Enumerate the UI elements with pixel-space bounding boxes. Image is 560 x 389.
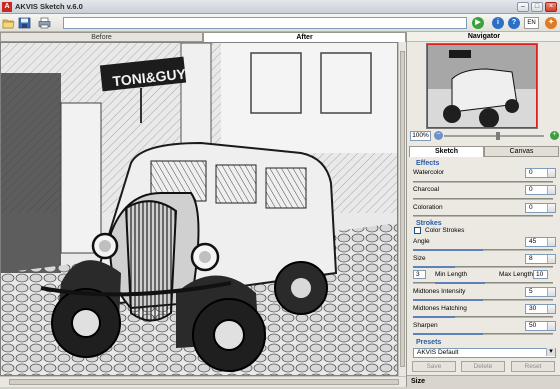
language-select[interactable]: EN bbox=[524, 17, 539, 29]
coloration-label: Coloration bbox=[413, 204, 443, 211]
watercolor-slider[interactable] bbox=[413, 181, 553, 183]
color-strokes-checkbox[interactable] bbox=[414, 227, 421, 234]
zoom-value[interactable]: 100% bbox=[410, 131, 431, 141]
tab-canvas[interactable]: Canvas bbox=[484, 146, 559, 157]
size-spinbox[interactable]: 8 bbox=[525, 254, 556, 264]
midtones-hatching-label: Midtones Hatching bbox=[413, 305, 467, 312]
horizontal-scroll-thumb[interactable] bbox=[9, 379, 399, 385]
file-path-field[interactable] bbox=[63, 17, 467, 29]
maximize-button[interactable]: □ bbox=[531, 2, 543, 12]
horizontal-scrollbar[interactable] bbox=[0, 376, 406, 387]
zoom-in-icon[interactable]: + bbox=[550, 131, 559, 140]
min-length-label: Min Length bbox=[435, 271, 468, 278]
minimize-button[interactable]: – bbox=[517, 2, 529, 12]
angle-spinbox[interactable]: 45 bbox=[525, 237, 556, 247]
angle-label: Angle bbox=[413, 238, 430, 245]
navigator-title: Navigator bbox=[407, 32, 560, 42]
preset-select[interactable]: AKVIS Default bbox=[413, 348, 556, 358]
charcoal-spinbox[interactable]: 0 bbox=[525, 185, 556, 195]
presets-section-title: Presets bbox=[416, 339, 442, 346]
panel-tabs: Sketch Canvas bbox=[409, 146, 559, 157]
preferences-icon[interactable]: ✦ bbox=[545, 17, 557, 29]
zoom-out-icon[interactable]: − bbox=[434, 131, 443, 140]
length-range-slider[interactable] bbox=[413, 282, 553, 284]
settings-panel: Navigator 100% − + Sketch Canvas Effects… bbox=[406, 32, 560, 389]
midtones-intensity-spinbox[interactable]: 5 bbox=[525, 287, 556, 297]
sharpen-slider-fill bbox=[413, 333, 483, 335]
image-canvas[interactable]: TONI&GUY bbox=[0, 42, 398, 376]
size-slider[interactable] bbox=[413, 266, 553, 268]
tab-after[interactable]: After bbox=[203, 32, 406, 42]
vertical-scrollbar[interactable] bbox=[398, 42, 406, 376]
toolbar: ▶ i ? EN ✦ bbox=[0, 14, 560, 32]
effects-section-title: Effects bbox=[416, 160, 440, 167]
charcoal-label: Charcoal bbox=[413, 186, 440, 193]
title-bar: A AKVIS Sketch v.6.0 – □ × bbox=[0, 0, 560, 14]
zoom-controls: 100% − + bbox=[410, 131, 560, 142]
midtones-hatching-slider-fill bbox=[413, 316, 455, 318]
angle-slider[interactable] bbox=[413, 249, 553, 251]
close-button[interactable]: × bbox=[545, 2, 557, 12]
max-length-label: Max Length bbox=[499, 271, 533, 278]
run-processing-icon[interactable]: ▶ bbox=[472, 17, 484, 29]
sharpen-slider[interactable] bbox=[413, 333, 553, 335]
window-title: AKVIS Sketch v.6.0 bbox=[15, 2, 83, 11]
help-icon[interactable]: ? bbox=[508, 17, 520, 29]
midtones-intensity-slider-fill bbox=[413, 299, 483, 301]
coloration-spinbox[interactable]: 0 bbox=[525, 203, 556, 213]
save-preset-button[interactable]: Save bbox=[412, 361, 456, 372]
zoom-slider-thumb[interactable] bbox=[496, 132, 500, 140]
angle-slider-fill bbox=[413, 249, 483, 251]
color-strokes-label: Color Strokes bbox=[425, 227, 465, 234]
size-slider-fill bbox=[413, 266, 455, 268]
sketch-result-image: TONI&GUY bbox=[1, 43, 397, 375]
strokes-section-title: Strokes bbox=[416, 220, 442, 227]
midtones-hatching-spinbox[interactable]: 30 bbox=[525, 304, 556, 314]
vertical-scroll-thumb[interactable] bbox=[400, 51, 405, 367]
navigator-viewport-frame[interactable] bbox=[427, 44, 537, 128]
zoom-slider[interactable] bbox=[444, 135, 544, 137]
max-length-spinbox[interactable]: 10 bbox=[533, 270, 548, 279]
size-label: Size bbox=[413, 255, 426, 262]
info-icon[interactable]: i bbox=[492, 17, 504, 29]
midtones-intensity-label: Midtones Intensity bbox=[413, 288, 466, 295]
save-disk-icon[interactable] bbox=[18, 17, 31, 29]
tab-before[interactable]: Before bbox=[0, 32, 203, 42]
open-folder-icon[interactable] bbox=[2, 17, 15, 29]
midtones-intensity-slider[interactable] bbox=[413, 299, 553, 301]
reset-preset-button[interactable]: Reset bbox=[511, 361, 555, 372]
tab-sketch[interactable]: Sketch bbox=[409, 146, 484, 157]
watercolor-label: Watercolor bbox=[413, 169, 445, 176]
length-range-fill bbox=[435, 282, 485, 284]
charcoal-slider[interactable] bbox=[413, 198, 553, 200]
navigator-preview[interactable] bbox=[426, 43, 538, 129]
print-icon[interactable] bbox=[38, 17, 51, 29]
sharpen-spinbox[interactable]: 50 bbox=[525, 321, 556, 331]
app-logo-icon: A bbox=[2, 2, 12, 12]
sharpen-label: Sharpen bbox=[413, 322, 438, 329]
delete-preset-button[interactable]: Delete bbox=[461, 361, 505, 372]
min-length-spinbox[interactable]: 3 bbox=[413, 270, 426, 279]
view-tabs: Before After bbox=[0, 32, 406, 42]
coloration-slider[interactable] bbox=[413, 215, 553, 217]
watercolor-spinbox[interactable]: 0 bbox=[525, 168, 556, 178]
midtones-hatching-slider[interactable] bbox=[413, 316, 553, 318]
